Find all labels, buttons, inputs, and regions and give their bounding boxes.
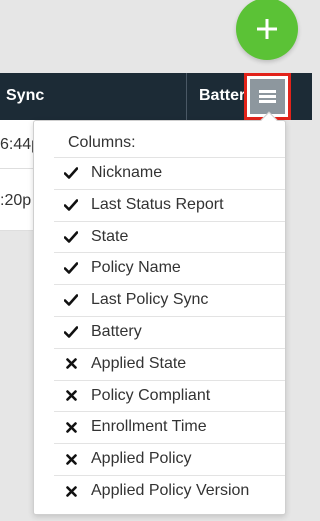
menu-separator [54, 188, 285, 190]
column-toggle-item[interactable]: Applied Policy [34, 443, 285, 475]
column-toggle-item[interactable]: Applied Policy Version [34, 475, 285, 507]
check-icon [64, 166, 78, 180]
plus-icon [257, 19, 277, 39]
x-icon [64, 357, 78, 371]
column-header-sync[interactable]: Sync [6, 87, 44, 105]
column-toggle-item[interactable]: Battery [34, 316, 285, 348]
menu-separator [54, 379, 285, 381]
menu-separator [54, 252, 285, 254]
column-toggle-label: Nickname [91, 164, 163, 181]
check-icon [64, 325, 78, 339]
check-icon [64, 293, 78, 307]
check-icon [64, 198, 78, 212]
x-icon [64, 389, 78, 403]
menu-separator [54, 443, 285, 445]
menu-separator [54, 284, 285, 286]
column-toggle-label: Enrollment Time [91, 418, 207, 436]
menu-title: Columns: [68, 134, 136, 151]
column-toggle-item[interactable]: Applied State [34, 347, 285, 380]
menu-separator [54, 347, 285, 349]
column-toggle-item[interactable]: State [34, 220, 285, 253]
menu-separator [54, 316, 285, 317]
table-cell-sync: 6:44p [0, 136, 36, 153]
menu-separator [54, 157, 285, 158]
x-icon [64, 420, 78, 434]
hamburger-menu-icon [259, 90, 276, 103]
column-toggle-label: Policy Name [91, 259, 181, 277]
column-toggle-item[interactable]: Last Status Report [34, 188, 285, 221]
column-toggle-label: Battery [91, 323, 142, 340]
check-icon [64, 230, 78, 244]
column-header-battery[interactable]: Battery [199, 87, 244, 105]
table-cell-sync: :20p [0, 192, 32, 209]
column-toggle-item[interactable]: Last Policy Sync [34, 284, 285, 316]
column-chooser-menu: Columns: Nickname Last Status Report State… [33, 111, 286, 515]
menu-separator [54, 475, 285, 476]
column-toggle-label: Applied State [91, 354, 187, 372]
column-divider [186, 73, 187, 120]
column-toggle-item[interactable]: Nickname [34, 157, 285, 189]
x-icon [64, 452, 78, 466]
menu-separator [54, 411, 285, 413]
column-toggle-item[interactable]: Enrollment Time [34, 411, 285, 443]
check-icon [64, 261, 78, 275]
x-icon [64, 484, 78, 498]
column-toggle-label: Applied Policy [91, 450, 192, 468]
column-toggle-label: Applied Policy Version [91, 482, 250, 499]
column-toggle-label: Last Policy Sync [91, 291, 209, 309]
add-button[interactable] [236, 0, 298, 60]
column-toggle-item[interactable]: Policy Name [34, 252, 285, 284]
column-toggle-label: State [91, 227, 129, 245]
column-toggle-item[interactable]: Policy Compliant [34, 379, 285, 412]
menu-separator [54, 220, 285, 222]
column-toggle-label: Policy Compliant [91, 386, 211, 404]
column-toggle-label: Last Status Report [91, 195, 224, 213]
